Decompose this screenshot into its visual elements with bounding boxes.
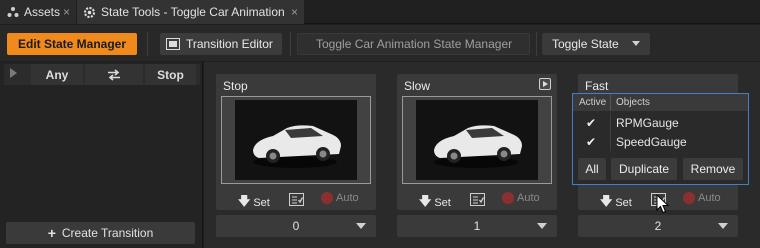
column-objects: Objects [616,97,650,108]
state-thumbnail[interactable] [221,96,371,184]
plus-icon: + [47,225,56,241]
tab-state-tools-label: State Tools - Toggle Car Animation [101,5,285,19]
car-thumbnail-image [235,100,357,180]
toolbar: Edit State Manager Transition Editor Tog… [0,25,760,61]
record-icon [683,192,695,204]
auto-label: Auto [517,192,540,204]
tab-assets[interactable]: Assets × [0,0,76,24]
column-divider [610,94,611,111]
chevron-down-icon [356,223,366,229]
transition-editor-icon [166,38,180,50]
create-transition-label: Create Transition [61,226,154,240]
preview-icon[interactable] [539,78,551,90]
car-thumbnail-image [416,100,538,180]
toolbar-divider [147,32,148,56]
toggle-state-label: Toggle State [552,37,619,51]
state-card-stop[interactable]: Stop 🡇 Set Auto [216,74,376,210]
transition-editor-button[interactable]: Transition Editor [160,33,282,55]
state-tools-icon [83,6,96,19]
set-button[interactable]: 🡇 Set [238,192,270,213]
edit-state-manager-button[interactable]: Edit State Manager [7,33,137,55]
set-label: Set [253,196,270,209]
set-button[interactable]: 🡇 Set [600,192,632,213]
state-title: Fast [585,79,609,93]
column-divider [610,113,611,132]
column-active: Active [579,97,607,108]
state-controls: 🡇 Set Auto [216,191,376,209]
record-icon [502,192,514,204]
all-button[interactable]: All [578,158,606,180]
chevron-down-icon [537,223,547,229]
state-title: Stop [223,79,248,93]
state-card-slow[interactable]: Slow 🡇 Set Auto [397,74,557,210]
mouse-cursor-icon [656,194,670,214]
tab-state-tools[interactable]: State Tools - Toggle Car Animation × [77,0,304,24]
close-icon[interactable]: × [291,5,298,19]
properties-icon[interactable] [470,193,485,206]
column-divider [610,132,611,151]
state-value: 0 [292,219,300,233]
swap-arrows-icon[interactable] [85,64,143,85]
state-value-dropdown[interactable]: 1 [397,215,557,237]
set-label: Set [434,196,451,209]
chevron-down-icon [632,41,640,46]
set-button[interactable]: 🡇 Set [419,192,451,213]
state-value-dropdown[interactable]: 2 [578,215,738,237]
toolbar-divider [536,32,537,56]
record-icon [321,192,333,204]
state-manager-name: Toggle Car Animation State Manager [297,33,530,55]
auto-button[interactable]: Auto [321,192,359,204]
state-value: 2 [654,219,662,233]
auto-label: Auto [698,192,721,204]
state-controls: 🡇 Set Auto [397,191,557,209]
object-row[interactable]: ✔ RPMGauge [573,113,748,132]
state-title: Slow [404,79,431,93]
tab-bar: Assets × State Tools - Toggle Car Animat… [0,0,760,24]
objects-popup-header: Active Objects [573,94,748,111]
transition-from-any[interactable]: Any [31,64,83,85]
arrow-down-icon: 🡇 [419,194,432,208]
object-name: SpeedGauge [616,135,687,149]
chevron-down-icon [718,223,728,229]
auto-label: Auto [336,192,359,204]
tab-assets-label: Assets [24,5,61,19]
duplicate-button[interactable]: Duplicate [611,158,677,180]
state-value: 1 [473,219,481,233]
state-value-dropdown[interactable]: 0 [216,215,376,237]
transitions-panel: Any Stop + Create Transition [0,62,203,248]
assets-icon [6,6,19,19]
auto-button[interactable]: Auto [502,192,540,204]
play-icon[interactable] [10,68,17,78]
properties-icon[interactable] [289,193,304,206]
arrow-down-icon: 🡇 [238,194,251,208]
toolbar-divider [290,32,291,56]
objects-popup: Active Objects ✔ RPMGauge ✔ SpeedGauge A… [572,93,749,185]
transition-to-stop[interactable]: Stop [145,64,196,85]
state-thumbnail[interactable] [402,96,552,184]
object-name: RPMGauge [616,116,679,130]
checkmark-icon[interactable]: ✔ [586,116,596,130]
transition-editor-label: Transition Editor [186,37,273,51]
close-icon[interactable]: × [63,5,70,19]
checkmark-icon[interactable]: ✔ [586,135,596,149]
arrow-down-icon: 🡇 [600,194,613,208]
set-label: Set [615,196,632,209]
remove-button[interactable]: Remove [683,158,743,180]
toggle-state-dropdown[interactable]: Toggle State [542,33,650,55]
auto-button[interactable]: Auto [683,192,721,204]
object-row[interactable]: ✔ SpeedGauge [573,132,748,151]
create-transition-button[interactable]: + Create Transition [6,222,195,244]
